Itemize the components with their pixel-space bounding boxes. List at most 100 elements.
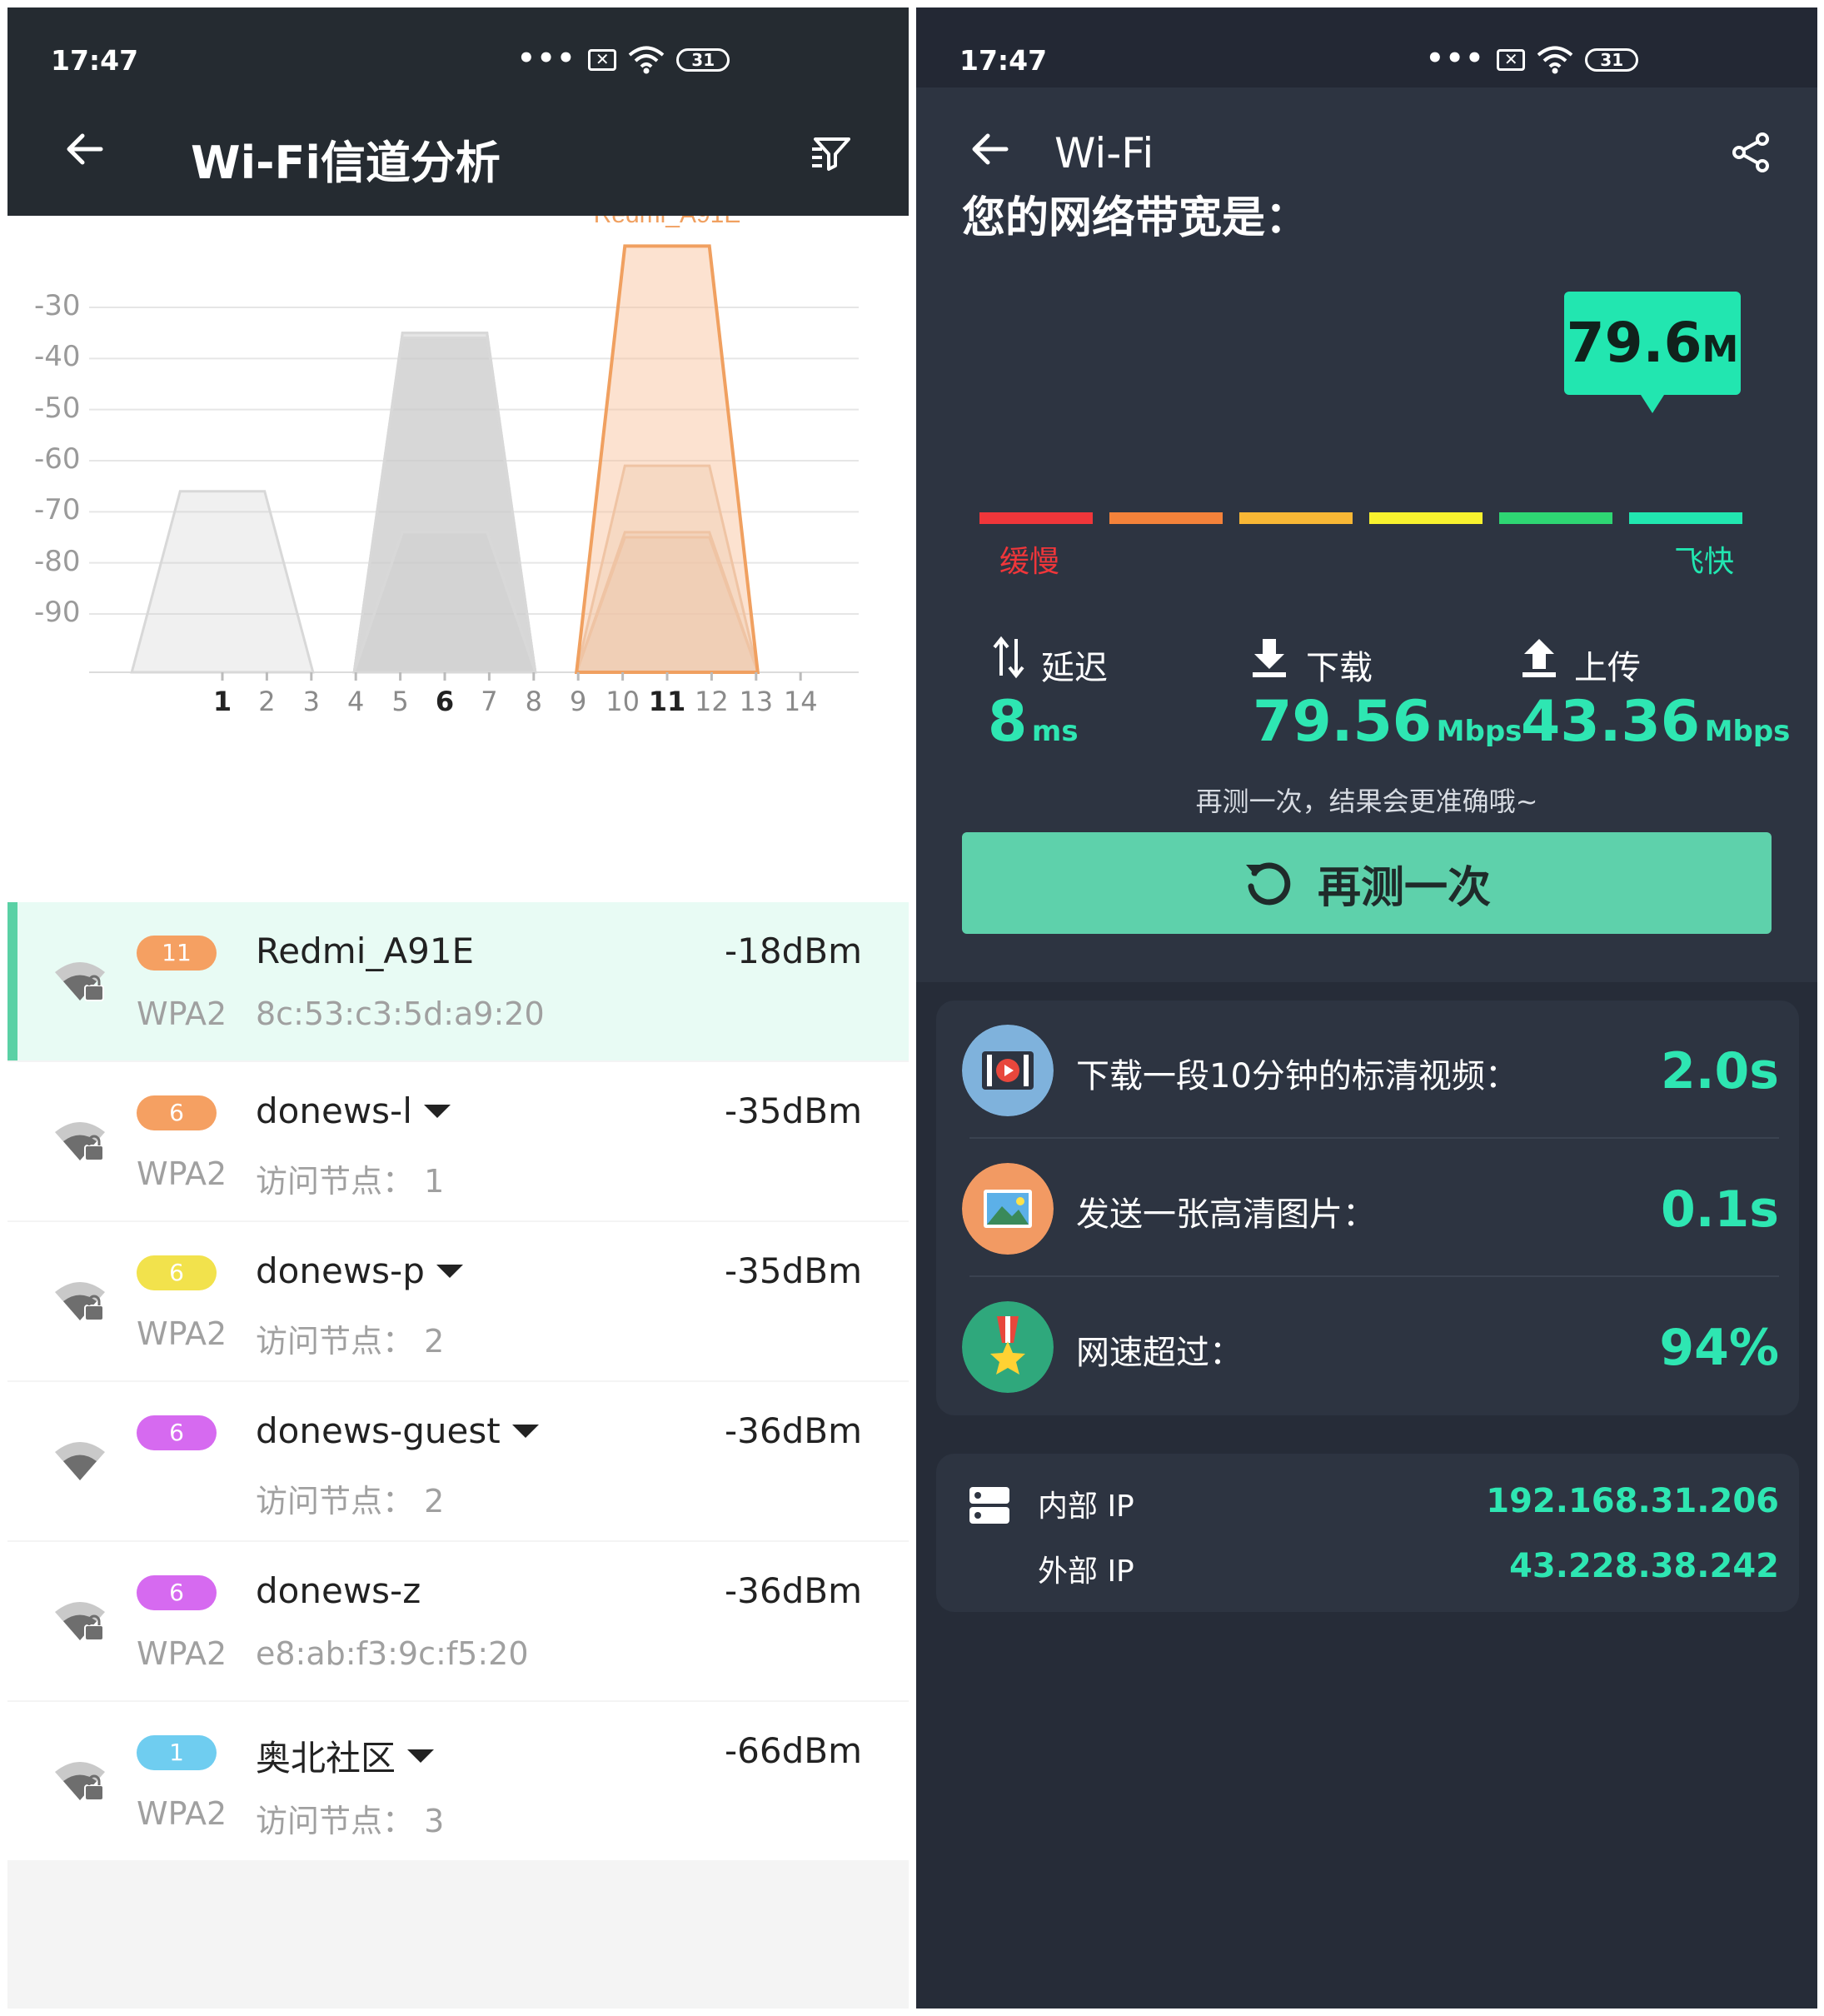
retest-button-label: 再测一次 [1317, 862, 1491, 913]
internal-ip-label: 内部 IP [1038, 1490, 1134, 1524]
speed-stat-row: 下载一段10分钟的标清视频： 2.0s [936, 1001, 1799, 1139]
x-tick-label: 2 [258, 686, 276, 717]
network-detail: e8:ab:f3:9c:f5:20 [256, 1635, 529, 1672]
y-tick-label: -40 [34, 340, 81, 374]
x-tick-label: 12 [695, 686, 729, 717]
channel-chart: Redmi_A91E -30-40-50-60-70-80-90 1234567… [7, 216, 909, 902]
network-detail: 访问节点： 3 [256, 1803, 445, 1839]
channel-badge: 6 [137, 1575, 217, 1610]
network-detail: 访问节点： 1 [256, 1163, 445, 1200]
network-name-text: donews-guest [256, 1410, 501, 1451]
stat-value: 0.1s [1660, 1180, 1779, 1239]
expand-caret-icon[interactable] [511, 1424, 539, 1438]
latency-label: 延迟 [1041, 649, 1108, 687]
scale-fast-label: 飞快 [1674, 545, 1735, 579]
channel-signal-area [130, 490, 315, 674]
upload-value: 43.36 Mbps [1521, 689, 1791, 755]
expand-caret-icon[interactable] [436, 1264, 463, 1278]
channel-badge: 11 [137, 936, 217, 971]
channel-badge: 6 [137, 1095, 217, 1130]
refresh-icon [1245, 862, 1291, 906]
wifi-signal-icon [55, 1282, 105, 1321]
x-tick-label: 13 [739, 686, 774, 717]
x-tick-label: 14 [783, 686, 818, 717]
network-row[interactable]: 6 donews-l -35dBm WPA2 访问节点： 1 [7, 1062, 909, 1220]
x-tick-label: 6 [435, 686, 455, 717]
network-name: donews-p [256, 1250, 463, 1291]
wifi-signal-icon [55, 1122, 105, 1161]
speed-scale-segment [1239, 512, 1353, 524]
filter-icon[interactable] [810, 131, 854, 174]
medal-icon [962, 1301, 1054, 1393]
network-name: donews-guest [256, 1410, 539, 1451]
share-icon[interactable] [1729, 131, 1772, 174]
chart-top-label: Redmi_A91E [594, 216, 741, 228]
image-icon [962, 1163, 1054, 1255]
internal-ip-value: 192.168.31.206 [1486, 1482, 1779, 1520]
status-icons: ••• ✕ 31 [1426, 44, 1639, 74]
network-row[interactable]: 1 奥北社区 -66dBm WPA2 访问节点： 3 [7, 1702, 909, 1860]
security-type: WPA2 [137, 1635, 227, 1672]
signal-strength: -18dBm [725, 931, 862, 971]
back-arrow-icon[interactable] [62, 127, 106, 171]
expand-caret-icon[interactable] [423, 1104, 451, 1118]
signal-strength: -36dBm [725, 1410, 862, 1451]
upload-label: 上传 [1574, 649, 1641, 687]
network-name-text: donews-z [256, 1570, 421, 1611]
y-tick-label: -70 [34, 493, 81, 527]
y-tick-label: -60 [34, 442, 81, 476]
upload-icon [1522, 639, 1556, 677]
external-ip-label: 外部 IP [1038, 1554, 1134, 1589]
x-tick-label: 10 [606, 686, 640, 717]
x-tick-label: 4 [347, 686, 365, 717]
stat-value: 2.0s [1660, 1042, 1779, 1100]
network-row[interactable]: 6 donews-z -36dBm WPA2 e8:ab:f3:9c:f5:20 [7, 1542, 909, 1700]
battery-icon: 31 [676, 48, 730, 72]
ip-card: 内部 IP 192.168.31.206 外部 IP 43.228.38.242 [936, 1454, 1799, 1612]
wifi-signal-icon [55, 1442, 105, 1480]
network-row[interactable]: 6 donews-p -35dBm WPA2 访问节点： 2 [7, 1222, 909, 1380]
security-type: WPA2 [137, 1315, 227, 1352]
network-name: donews-z [256, 1570, 421, 1611]
network-name: 奥北社区 [256, 1730, 435, 1781]
x-tick-label: 3 [302, 686, 320, 717]
back-arrow-icon[interactable] [968, 127, 1011, 171]
network-name: Redmi_A91E [256, 931, 474, 971]
x-tick-label: 8 [525, 686, 542, 717]
y-tick-label: -50 [34, 391, 81, 425]
latency-value: 8 ms [988, 689, 1079, 755]
retest-button[interactable]: 再测一次 [962, 832, 1772, 934]
network-detail: 访问节点： 2 [256, 1323, 445, 1360]
download-icon [1253, 639, 1286, 677]
status-icons: ••• ✕ 31 [517, 44, 730, 74]
x-tick-label: 7 [481, 686, 498, 717]
latency-arrows-icon [993, 636, 1024, 679]
channel-badge: 6 [137, 1415, 217, 1450]
x-tick-label: 11 [648, 686, 686, 717]
speed-scale-segment [1499, 512, 1612, 524]
stat-label: 发送一张高清图片： [1076, 1195, 1376, 1234]
channel-badge: 6 [137, 1255, 217, 1290]
y-tick-label: -90 [34, 595, 81, 629]
wifi-status-icon [628, 46, 665, 74]
status-bar: 17:47 ••• ✕ 31 [7, 7, 909, 87]
app-bar: Wi-Fi信道分析 [7, 87, 909, 216]
channel-chart-svg: Redmi_A91E [89, 216, 859, 681]
network-row[interactable]: 6 donews-guest -36dBm 访问节点： 2 [7, 1382, 909, 1540]
speed-scale-segment [1109, 512, 1223, 524]
expand-caret-icon[interactable] [407, 1749, 435, 1763]
page-title: Wi-Fi [1054, 129, 1154, 177]
speed-scale-segment [1369, 512, 1483, 524]
server-icon [969, 1487, 1009, 1524]
y-tick-label: -80 [34, 544, 81, 578]
channel-badge: 1 [137, 1735, 217, 1770]
network-name-text: donews-p [256, 1250, 425, 1291]
status-bar: 17:47 ••• ✕ 31 [916, 7, 1817, 87]
no-sim-icon: ✕ [588, 49, 617, 71]
retest-hint: 再测一次，结果会更准确哦~ [1195, 786, 1538, 817]
network-row[interactable]: 11 Redmi_A91E -18dBm WPA2 8c:53:c3:5d:a9… [7, 902, 909, 1060]
page-title: Wi-Fi信道分析 [191, 137, 501, 189]
network-name-text: Redmi_A91E [256, 931, 475, 971]
security-type: WPA2 [137, 1795, 227, 1832]
speed-value: 79.6 [1566, 311, 1702, 375]
